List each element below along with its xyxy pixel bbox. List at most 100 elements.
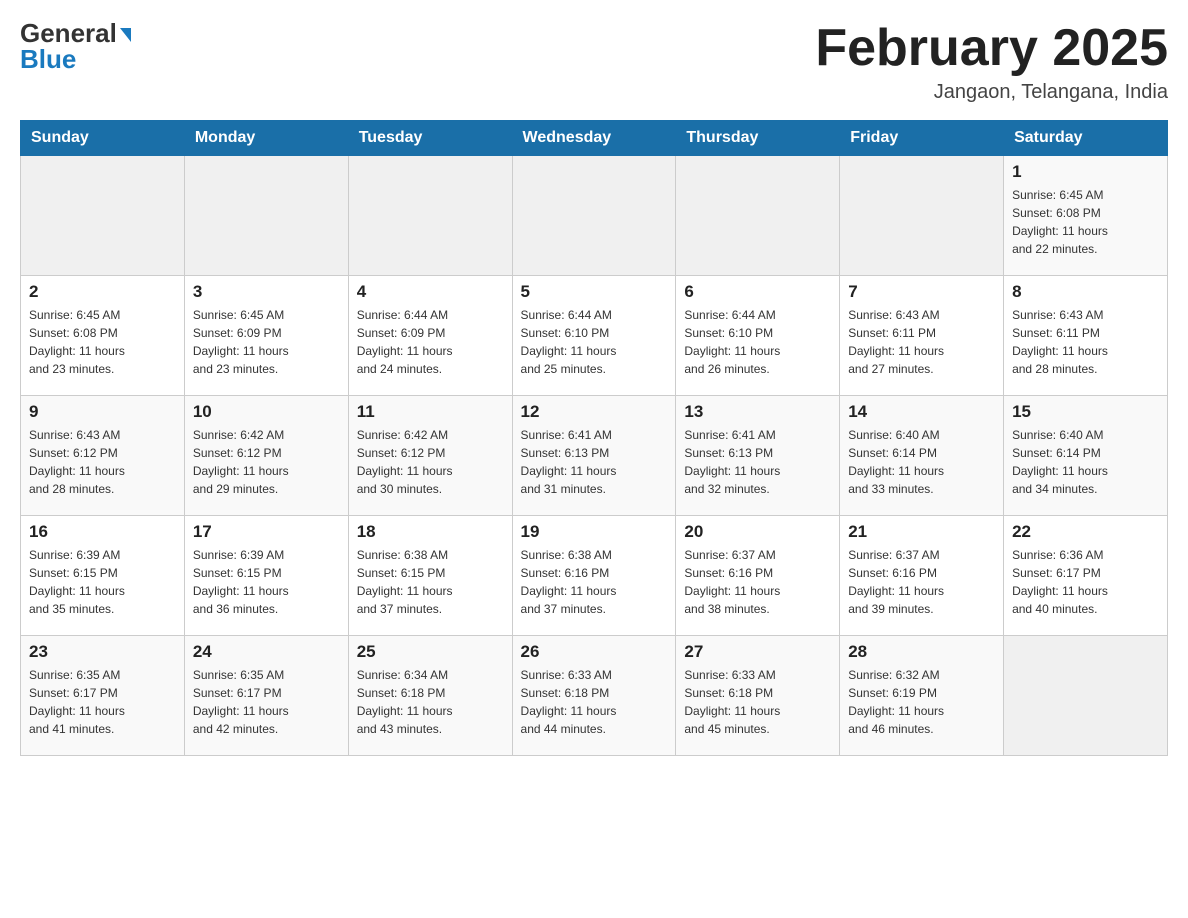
calendar-cell: 21 Sunrise: 6:37 AM Sunset: 6:16 PM Dayli… <box>840 516 1004 636</box>
page-header: General Blue February 2025 Jangaon, Tela… <box>20 20 1168 104</box>
calendar-cell: 11 Sunrise: 6:42 AM Sunset: 6:12 PM Dayli… <box>348 396 512 516</box>
calendar-week-5: 23 Sunrise: 6:35 AM Sunset: 6:17 PM Dayli… <box>21 636 1168 756</box>
day-number: 20 <box>684 522 831 542</box>
day-info: Sunrise: 6:44 AM Sunset: 6:10 PM Dayligh… <box>684 306 831 378</box>
calendar-cell: 16Sunrise: 6:39 AM Sunset: 6:15 PM Dayli… <box>21 516 185 636</box>
day-info: Sunrise: 6:38 AM Sunset: 6:16 PM Dayligh… <box>521 546 668 618</box>
calendar-cell: 14Sunrise: 6:40 AM Sunset: 6:14 PM Dayli… <box>840 396 1004 516</box>
day-number: 17 <box>193 522 340 542</box>
calendar-cell: 26 Sunrise: 6:33 AM Sunset: 6:18 PM Dayli… <box>512 636 676 756</box>
calendar-cell: 19Sunrise: 6:38 AM Sunset: 6:16 PM Dayli… <box>512 516 676 636</box>
calendar-cell <box>840 156 1004 276</box>
day-info: Sunrise: 6:32 AM Sunset: 6:19 PM Dayligh… <box>848 666 995 738</box>
day-number: 7 <box>848 282 995 302</box>
header-tuesday: Tuesday <box>348 121 512 156</box>
day-number: 26 <box>521 642 668 662</box>
day-number: 12 <box>521 402 668 422</box>
day-number: 5 <box>521 282 668 302</box>
day-number: 2 <box>29 282 176 302</box>
calendar-title: February 2025 <box>815 20 1168 77</box>
calendar-cell: 25 Sunrise: 6:34 AM Sunset: 6:18 PM Dayli… <box>348 636 512 756</box>
day-info: Sunrise: 6:42 AM Sunset: 6:12 PM Dayligh… <box>193 426 340 498</box>
calendar-cell: 27Sunrise: 6:33 AM Sunset: 6:18 PM Dayli… <box>676 636 840 756</box>
day-info: Sunrise: 6:39 AM Sunset: 6:15 PM Dayligh… <box>193 546 340 618</box>
day-number: 27 <box>684 642 831 662</box>
day-number: 13 <box>684 402 831 422</box>
calendar-cell: 7Sunrise: 6:43 AM Sunset: 6:11 PM Daylig… <box>840 276 1004 396</box>
day-number: 1 <box>1012 162 1159 182</box>
day-info: Sunrise: 6:41 AM Sunset: 6:13 PM Dayligh… <box>684 426 831 498</box>
calendar-cell <box>676 156 840 276</box>
calendar-cell: 9 Sunrise: 6:43 AM Sunset: 6:12 PM Daylig… <box>21 396 185 516</box>
day-number: 22 <box>1012 522 1159 542</box>
day-number: 8 <box>1012 282 1159 302</box>
day-info: Sunrise: 6:38 AM Sunset: 6:15 PM Dayligh… <box>357 546 504 618</box>
calendar-cell: 17 Sunrise: 6:39 AM Sunset: 6:15 PM Dayli… <box>184 516 348 636</box>
calendar-cell: 1 Sunrise: 6:45 AM Sunset: 6:08 PM Daylig… <box>1004 156 1168 276</box>
logo: General Blue <box>20 20 131 72</box>
day-info: Sunrise: 6:35 AM Sunset: 6:17 PM Dayligh… <box>193 666 340 738</box>
day-number: 4 <box>357 282 504 302</box>
calendar-cell <box>512 156 676 276</box>
day-number: 28 <box>848 642 995 662</box>
calendar-cell: 23 Sunrise: 6:35 AM Sunset: 6:17 PM Dayli… <box>21 636 185 756</box>
header-wednesday: Wednesday <box>512 121 676 156</box>
day-info: Sunrise: 6:44 AM Sunset: 6:09 PM Dayligh… <box>357 306 504 378</box>
day-info: Sunrise: 6:45 AM Sunset: 6:08 PM Dayligh… <box>29 306 176 378</box>
calendar-cell: 10 Sunrise: 6:42 AM Sunset: 6:12 PM Dayli… <box>184 396 348 516</box>
day-number: 25 <box>357 642 504 662</box>
calendar-cell <box>1004 636 1168 756</box>
day-number: 24 <box>193 642 340 662</box>
day-info: Sunrise: 6:43 AM Sunset: 6:12 PM Dayligh… <box>29 426 176 498</box>
calendar-cell: 18Sunrise: 6:38 AM Sunset: 6:15 PM Dayli… <box>348 516 512 636</box>
calendar-cell <box>21 156 185 276</box>
day-info: Sunrise: 6:40 AM Sunset: 6:14 PM Dayligh… <box>1012 426 1159 498</box>
header-friday: Friday <box>840 121 1004 156</box>
calendar-header-row: SundayMondayTuesdayWednesdayThursdayFrid… <box>21 121 1168 156</box>
day-info: Sunrise: 6:36 AM Sunset: 6:17 PM Dayligh… <box>1012 546 1159 618</box>
day-number: 16 <box>29 522 176 542</box>
calendar-table: SundayMondayTuesdayWednesdayThursdayFrid… <box>20 120 1168 756</box>
calendar-cell: 8Sunrise: 6:43 AM Sunset: 6:11 PM Daylig… <box>1004 276 1168 396</box>
calendar-week-2: 2 Sunrise: 6:45 AM Sunset: 6:08 PM Daylig… <box>21 276 1168 396</box>
header-saturday: Saturday <box>1004 121 1168 156</box>
day-info: Sunrise: 6:42 AM Sunset: 6:12 PM Dayligh… <box>357 426 504 498</box>
calendar-cell: 24 Sunrise: 6:35 AM Sunset: 6:17 PM Dayli… <box>184 636 348 756</box>
day-number: 21 <box>848 522 995 542</box>
day-info: Sunrise: 6:35 AM Sunset: 6:17 PM Dayligh… <box>29 666 176 738</box>
calendar-subtitle: Jangaon, Telangana, India <box>815 81 1168 104</box>
calendar-cell: 28 Sunrise: 6:32 AM Sunset: 6:19 PM Dayli… <box>840 636 1004 756</box>
day-info: Sunrise: 6:33 AM Sunset: 6:18 PM Dayligh… <box>521 666 668 738</box>
day-info: Sunrise: 6:34 AM Sunset: 6:18 PM Dayligh… <box>357 666 504 738</box>
header-monday: Monday <box>184 121 348 156</box>
title-block: February 2025 Jangaon, Telangana, India <box>815 20 1168 104</box>
calendar-week-1: 1 Sunrise: 6:45 AM Sunset: 6:08 PM Daylig… <box>21 156 1168 276</box>
day-info: Sunrise: 6:45 AM Sunset: 6:09 PM Dayligh… <box>193 306 340 378</box>
calendar-cell: 5Sunrise: 6:44 AM Sunset: 6:10 PM Daylig… <box>512 276 676 396</box>
day-info: Sunrise: 6:45 AM Sunset: 6:08 PM Dayligh… <box>1012 186 1159 258</box>
day-number: 3 <box>193 282 340 302</box>
calendar-cell: 22 Sunrise: 6:36 AM Sunset: 6:17 PM Dayli… <box>1004 516 1168 636</box>
calendar-cell <box>184 156 348 276</box>
day-info: Sunrise: 6:37 AM Sunset: 6:16 PM Dayligh… <box>848 546 995 618</box>
day-number: 6 <box>684 282 831 302</box>
header-thursday: Thursday <box>676 121 840 156</box>
day-number: 11 <box>357 402 504 422</box>
day-number: 9 <box>29 402 176 422</box>
calendar-week-3: 9 Sunrise: 6:43 AM Sunset: 6:12 PM Daylig… <box>21 396 1168 516</box>
day-number: 10 <box>193 402 340 422</box>
calendar-cell: 20 Sunrise: 6:37 AM Sunset: 6:16 PM Dayli… <box>676 516 840 636</box>
calendar-cell: 2 Sunrise: 6:45 AM Sunset: 6:08 PM Daylig… <box>21 276 185 396</box>
day-info: Sunrise: 6:37 AM Sunset: 6:16 PM Dayligh… <box>684 546 831 618</box>
calendar-cell: 4 Sunrise: 6:44 AM Sunset: 6:09 PM Daylig… <box>348 276 512 396</box>
calendar-cell: 15Sunrise: 6:40 AM Sunset: 6:14 PM Dayli… <box>1004 396 1168 516</box>
logo-general-text: General <box>20 20 131 46</box>
day-info: Sunrise: 6:41 AM Sunset: 6:13 PM Dayligh… <box>521 426 668 498</box>
calendar-cell: 6 Sunrise: 6:44 AM Sunset: 6:10 PM Daylig… <box>676 276 840 396</box>
day-number: 23 <box>29 642 176 662</box>
logo-blue-row: Blue <box>20 46 76 72</box>
calendar-cell: 3 Sunrise: 6:45 AM Sunset: 6:09 PM Daylig… <box>184 276 348 396</box>
calendar-week-4: 16 Sunrise: 6:39 AM Sunset: 6:15 PM Dayli… <box>21 516 1168 636</box>
calendar-cell <box>348 156 512 276</box>
calendar-cell: 12 Sunrise: 6:41 AM Sunset: 6:13 PM Dayli… <box>512 396 676 516</box>
